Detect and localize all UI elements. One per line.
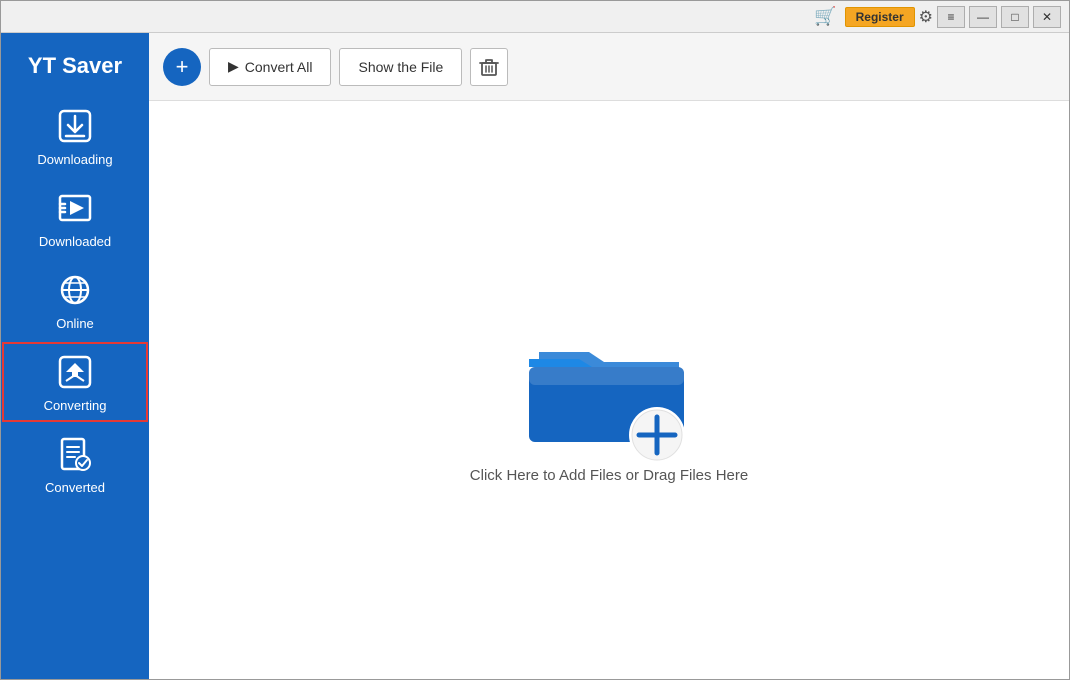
sidebar-item-downloaded[interactable]: Downloaded [1,177,149,259]
online-icon [58,273,92,312]
app-body: YT Saver Downloading [1,33,1069,679]
folder-icon [509,297,709,467]
show-file-label: Show the File [358,59,443,75]
maximize-button[interactable]: □ [1001,6,1029,28]
converting-label: Converting [44,398,107,413]
converted-icon [58,437,92,476]
close-button[interactable]: ✕ [1033,6,1061,28]
downloading-label: Downloading [37,152,112,167]
convert-all-button[interactable]: ▶ Convert All [209,48,331,86]
app-title: YT Saver [1,43,149,95]
sidebar-item-downloading[interactable]: Downloading [1,95,149,177]
convert-all-label: Convert All [245,59,313,75]
main-content: + ▶ Convert All Show the File [149,33,1069,679]
sidebar-item-converted[interactable]: Converted [1,423,149,505]
title-bar: 🛒 Register ⚙ ≡ — □ ✕ [1,1,1069,33]
converted-label: Converted [45,480,105,495]
cart-icon: 🛒 [814,6,836,27]
register-button[interactable]: Register [845,7,915,27]
downloading-icon [58,109,92,148]
show-file-button[interactable]: Show the File [339,48,462,86]
drop-area[interactable]: Click Here to Add Files or Drag Files He… [149,101,1069,679]
drop-text: Click Here to Add Files or Drag Files He… [470,467,748,484]
sidebar: YT Saver Downloading [1,33,149,679]
menu-button[interactable]: ≡ [937,6,965,28]
gear-icon[interactable]: ⚙ [919,7,933,27]
sidebar-item-converting[interactable]: Converting [1,341,149,423]
online-label: Online [56,316,94,331]
delete-button[interactable] [470,48,508,86]
add-button[interactable]: + [163,48,201,86]
minimize-button[interactable]: — [969,6,997,28]
toolbar: + ▶ Convert All Show the File [149,33,1069,101]
downloaded-label: Downloaded [39,234,111,249]
convert-all-icon: ▶ [228,58,239,75]
downloaded-icon [58,191,92,230]
sidebar-item-online[interactable]: Online [1,259,149,341]
title-bar-controls: 🛒 Register ⚙ ≡ — □ ✕ [814,6,1061,28]
converting-icon [58,355,92,394]
app-window: 🛒 Register ⚙ ≡ — □ ✕ YT Saver [0,0,1070,680]
